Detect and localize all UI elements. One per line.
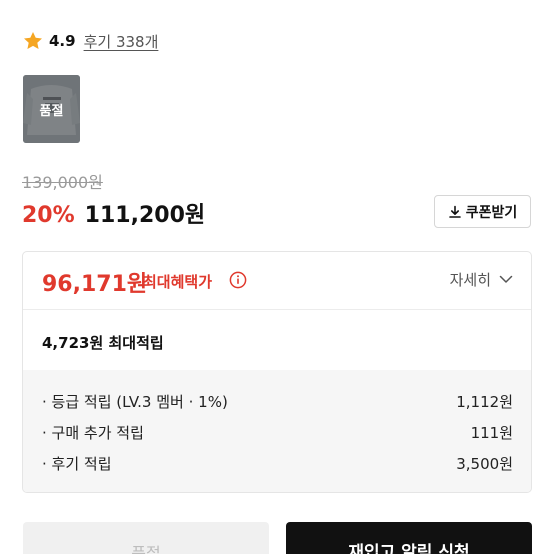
max-points-amount: 4,723원 — [42, 334, 104, 352]
chevron-down-icon — [499, 275, 513, 283]
price-row: 20% 111,200원 — [22, 197, 205, 229]
rating-score: 4.9 — [49, 32, 76, 50]
points-row-value: 1,112원 — [456, 392, 513, 411]
points-row-value: 3,500원 — [456, 454, 513, 473]
points-row-label: · 등급 적립 (LV.3 멤버 · 1%) — [42, 392, 228, 411]
points-row-value: 111원 — [470, 423, 513, 442]
details-toggle[interactable]: 자세히 — [450, 269, 513, 290]
soldout-overlay: 품절 — [23, 75, 80, 143]
max-points-line: 4,723원 최대적립 — [42, 332, 164, 353]
max-benefit-label: 최대혜택가 — [143, 273, 213, 291]
benefit-box: 96,171원 최대혜택가 자세히 4,723원 최대적립 · 등급 적립 (L… — [22, 251, 532, 493]
sale-price: 111,200원 — [84, 203, 206, 228]
info-icon[interactable] — [229, 271, 247, 289]
points-row-purchase: · 구매 추가 적립 111원 — [42, 421, 513, 443]
original-price: 139,000원 — [22, 173, 103, 192]
details-label: 자세히 — [449, 271, 491, 289]
points-row-review: · 후기 적립 3,500원 — [42, 452, 513, 474]
coupon-download-button[interactable]: 쿠폰받기 — [434, 195, 531, 228]
restock-alert-button[interactable]: 재입고 알림 신청 — [286, 522, 532, 554]
discount-rate: 20% — [22, 203, 75, 228]
benefit-header: 96,171원 최대혜택가 자세히 — [23, 252, 531, 310]
max-points-label: 최대적립 — [108, 334, 164, 352]
star-icon — [24, 32, 42, 49]
download-icon — [448, 205, 461, 218]
soldout-button[interactable]: 품절 — [23, 522, 269, 554]
coupon-label: 쿠폰받기 — [465, 204, 518, 221]
review-count-link[interactable]: 후기 338개 — [84, 31, 159, 52]
rating-row: 4.9 후기 338개 — [22, 29, 158, 53]
points-row-label: · 후기 적립 — [42, 454, 112, 473]
points-row-grade: · 등급 적립 (LV.3 멤버 · 1%) 1,112원 — [42, 390, 513, 412]
points-breakdown: · 등급 적립 (LV.3 멤버 · 1%) 1,112원 · 구매 추가 적립… — [23, 370, 531, 492]
soldout-badge: 품절 — [39, 103, 64, 119]
product-thumbnail[interactable]: 품절 — [23, 75, 80, 143]
points-row-label: · 구매 추가 적립 — [42, 423, 144, 442]
max-benefit-price: 96,171원 — [42, 272, 148, 297]
